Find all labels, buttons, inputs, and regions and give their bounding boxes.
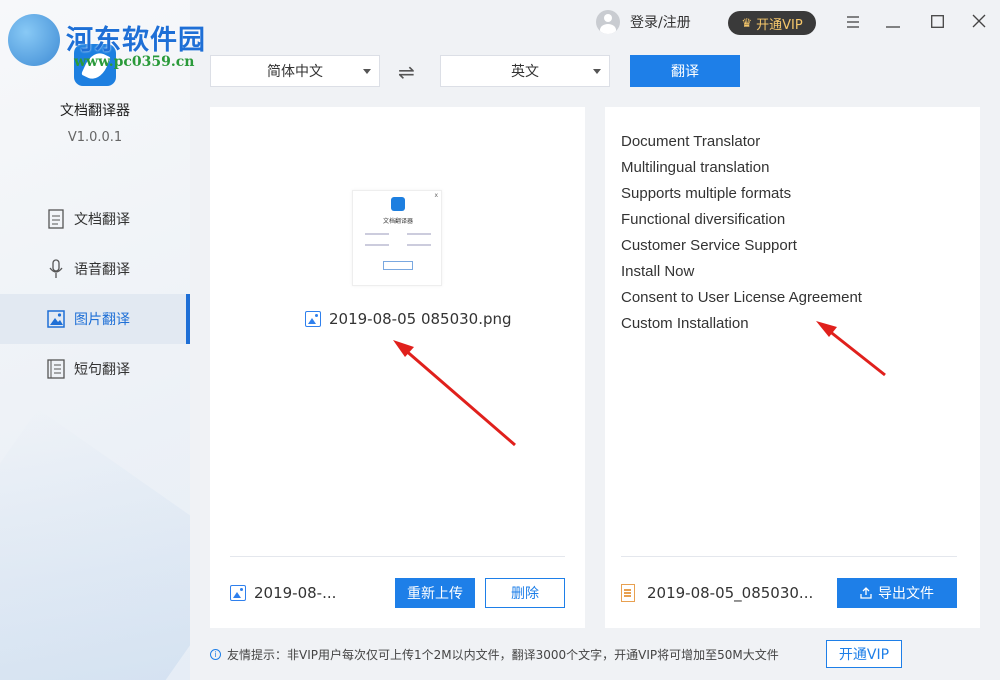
target-language-value: 英文 <box>511 64 539 80</box>
sidebar-item-sentence[interactable]: 短句翻译 <box>0 344 190 394</box>
export-icon <box>860 587 872 599</box>
vip-label: 开通VIP <box>756 17 803 33</box>
crown-icon: ♛ <box>741 16 753 30</box>
sentence-icon <box>46 359 66 379</box>
result-line: Multilingual translation <box>621 159 770 176</box>
sidebar-item-label: 语音翻译 <box>74 262 130 278</box>
minimize-icon <box>886 13 900 32</box>
target-language-select[interactable]: 英文 <box>440 55 610 87</box>
login-register-link[interactable]: 登录/注册 <box>596 10 691 34</box>
source-language-value: 简体中文 <box>267 64 323 80</box>
menu-button[interactable] <box>838 8 868 36</box>
maximize-icon <box>930 13 944 32</box>
vip-button[interactable]: ♛ 开通VIP <box>728 11 816 35</box>
watermark-logo-icon <box>8 14 60 66</box>
footer-vip-button[interactable]: 开通VIP <box>826 640 902 668</box>
export-label: 导出文件 <box>878 586 934 602</box>
chevron-down-icon <box>593 69 601 74</box>
reupload-button[interactable]: 重新上传 <box>395 578 475 608</box>
chevron-down-icon <box>363 69 371 74</box>
info-icon: i <box>210 649 221 660</box>
result-line: Supports multiple formats <box>621 185 792 202</box>
avatar <box>596 10 620 34</box>
uploaded-file-name: 2019-08-05 085030.png <box>305 310 512 328</box>
maximize-button[interactable] <box>922 8 952 36</box>
app-name: 文档翻译器 <box>60 103 130 119</box>
sidebar-item-document[interactable]: 文档翻译 <box>0 194 190 244</box>
close-icon <box>972 13 986 32</box>
login-label: 登录/注册 <box>630 15 691 31</box>
translate-button[interactable]: 翻译 <box>630 55 740 87</box>
source-panel: x 文档翻译器 2019-08-05 085030.png 2019-08-..… <box>210 107 585 628</box>
source-file-item: 2019-08-... <box>230 584 336 602</box>
thumbnail-title: 文档翻译器 <box>382 218 413 225</box>
result-line: Install Now <box>621 263 695 280</box>
image-icon <box>46 309 66 329</box>
result-line: Custom Installation <box>621 315 749 332</box>
sidebar-item-label: 短句翻译 <box>74 362 130 378</box>
divider <box>621 556 957 557</box>
image-file-icon <box>305 311 321 327</box>
result-file-label: 2019-08-05_085030... <box>647 584 814 602</box>
menu-icon <box>846 13 860 32</box>
source-file-label: 2019-08-... <box>254 584 337 602</box>
document-icon <box>46 209 66 229</box>
result-line: Document Translator <box>621 133 761 150</box>
sidebar-item-label: 图片翻译 <box>74 312 130 328</box>
watermark-url: www.pc0359.cn <box>74 54 195 70</box>
minimize-button[interactable] <box>878 8 908 36</box>
delete-button[interactable]: 删除 <box>485 578 565 608</box>
image-thumbnail[interactable]: x 文档翻译器 <box>352 190 442 286</box>
app-version: V1.0.0.1 <box>67 130 123 145</box>
document-file-icon <box>621 584 635 602</box>
translation-result-text: Document Translator Multilingual transla… <box>621 129 862 337</box>
sidebar-item-label: 文档翻译 <box>74 212 130 228</box>
microphone-icon <box>46 259 66 279</box>
image-file-icon <box>230 585 246 601</box>
swap-languages-icon[interactable]: ⇌ <box>398 60 415 84</box>
result-line: Customer Service Support <box>621 237 797 254</box>
divider <box>230 556 565 557</box>
result-file-item: 2019-08-05_085030... <box>621 584 813 602</box>
sidebar-item-image[interactable]: 图片翻译 <box>0 294 190 344</box>
tip-label: 友情提示：非VIP用户每次仅可上传1个2M以内文件，翻译3000个文字，开通VI… <box>227 648 779 662</box>
result-panel: Document Translator Multilingual transla… <box>605 107 980 628</box>
result-line: Consent to User License Agreement <box>621 289 862 306</box>
app-logo <box>391 197 405 211</box>
sidebar-item-voice[interactable]: 语音翻译 <box>0 244 190 294</box>
watermark-title: 河东软件园 <box>66 25 206 56</box>
file-name-label: 2019-08-05 085030.png <box>329 310 512 328</box>
tip-text: i 友情提示：非VIP用户每次仅可上传1个2M以内文件，翻译3000个文字，开通… <box>210 646 779 663</box>
source-language-select[interactable]: 简体中文 <box>210 55 380 87</box>
export-file-button[interactable]: 导出文件 <box>837 578 957 608</box>
close-button[interactable] <box>964 8 994 36</box>
result-line: Functional diversification <box>621 211 786 228</box>
close-icon: x <box>434 192 438 199</box>
sidebar: 文档翻译器 V1.0.0.1 文档翻译 语音翻译 图片翻译 短句翻译 <box>0 0 190 680</box>
